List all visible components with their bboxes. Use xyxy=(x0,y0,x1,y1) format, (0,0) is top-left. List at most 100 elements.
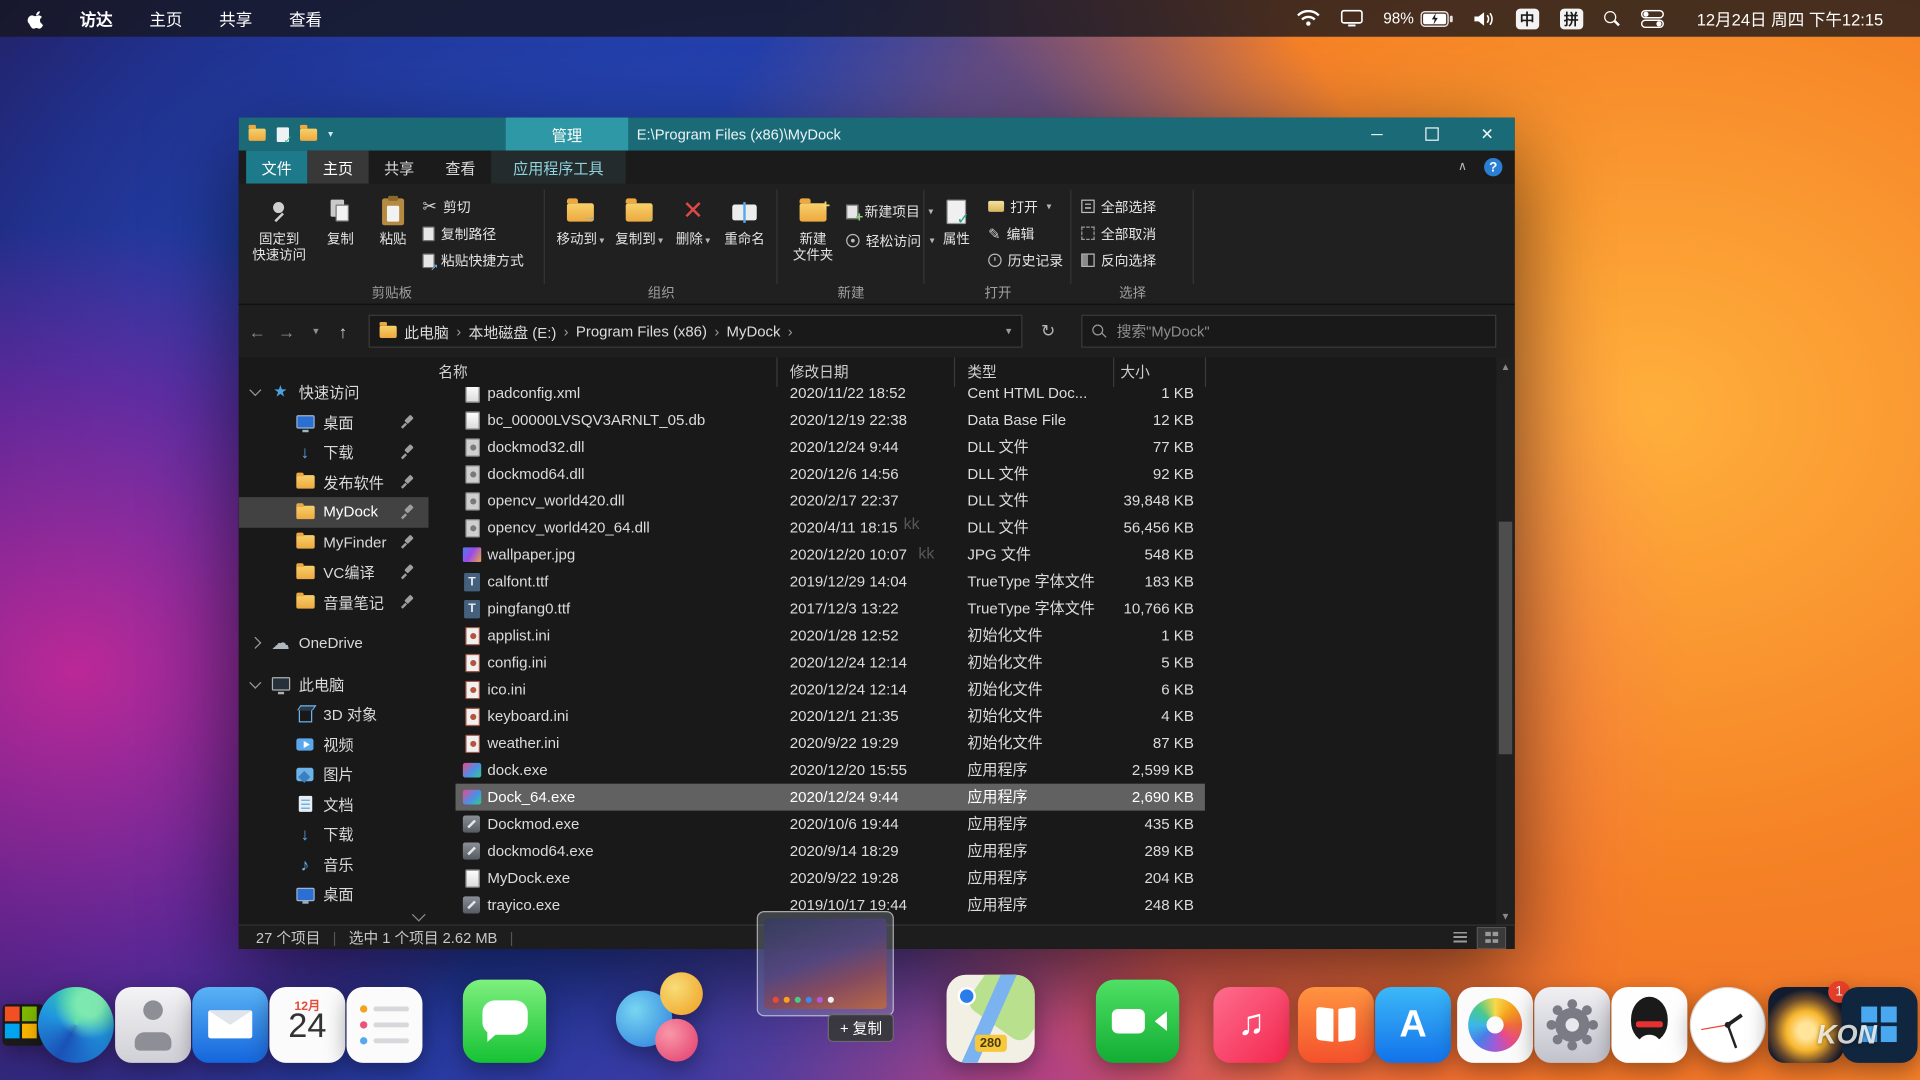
dock-photos-icon[interactable] xyxy=(1457,986,1534,1063)
file-row[interactable]: keyboard.ini 2020/12/1 21:35 初始化文件 4 KB xyxy=(429,703,1497,730)
refresh-icon[interactable]: ↻ xyxy=(1032,315,1064,348)
dock-books-icon[interactable] xyxy=(1297,986,1374,1063)
recent-locations-icon[interactable]: ▾ xyxy=(302,305,329,358)
menubar-clock[interactable]: 12月24日 周四 下午12:15 xyxy=(1697,6,1884,30)
sidebar-item[interactable]: 3D 对象 xyxy=(239,699,429,729)
dock-qq-icon[interactable] xyxy=(1611,986,1688,1063)
dock-clock-icon[interactable] xyxy=(1689,986,1766,1063)
dock-music-icon[interactable] xyxy=(1213,986,1290,1063)
scroll-up-icon[interactable]: ▲ xyxy=(1496,358,1514,375)
input-method-cn-badge[interactable]: 中 xyxy=(1515,7,1539,29)
tab-view[interactable]: 查看 xyxy=(430,151,491,184)
menubar-item[interactable]: 查看 xyxy=(289,6,322,30)
sidebar-item[interactable]: VC编译 xyxy=(239,557,429,587)
sidebar-item[interactable]: MyFinder xyxy=(239,527,429,557)
edit-button[interactable]: ✎ 编辑 xyxy=(988,220,1034,246)
qat-folder-icon[interactable] xyxy=(248,124,266,141)
sidebar-item[interactable]: 桌面 xyxy=(239,407,429,437)
column-header-date[interactable]: 修改日期 xyxy=(778,357,956,387)
sidebar-scroll-down-icon[interactable] xyxy=(411,907,426,922)
new-folder-button[interactable]: 新建文件夹 xyxy=(782,189,843,265)
chevron-right-icon[interactable] xyxy=(249,637,262,650)
file-row[interactable]: dock.exe 2020/12/20 15:55 应用程序 2,599 KB xyxy=(429,757,1497,784)
close-button[interactable]: ✕ xyxy=(1460,118,1515,151)
sidebar-quick-access[interactable]: 快速访问 xyxy=(239,377,429,407)
file-row[interactable]: dockmod64.dll 2020/12/6 14:56 DLL 文件 92 … xyxy=(429,460,1497,487)
easy-access-button[interactable]: 轻松访问 ▾ xyxy=(846,228,935,254)
sidebar-item[interactable]: 下载 xyxy=(239,437,429,467)
file-row[interactable]: Dock_64.exe 2020/12/24 9:44 应用程序 2,690 K… xyxy=(428,783,1497,811)
file-row[interactable]: dockmod64.exe 2020/9/14 18:29 应用程序 289 K… xyxy=(429,838,1497,865)
file-row[interactable]: opencv_world420_64.dll 2020/4/11 18:15 D… xyxy=(429,514,1497,541)
rename-button[interactable]: 重命名 xyxy=(716,189,772,249)
display-mirroring-icon[interactable] xyxy=(1340,9,1363,27)
breadcrumb-item[interactable]: 此电脑 xyxy=(404,320,449,342)
sidebar-this-pc[interactable]: 此电脑 xyxy=(239,669,429,699)
column-header-type[interactable]: 类型 xyxy=(955,357,1115,387)
chevron-down-icon[interactable] xyxy=(249,676,262,689)
dock-facetime-icon[interactable] xyxy=(1095,979,1180,1063)
sidebar-item[interactable]: 音乐 xyxy=(239,849,429,879)
address-dropdown-icon[interactable]: ▾ xyxy=(1006,324,1012,337)
file-row[interactable]: pingfang0.ttf 2017/12/3 13:22 TrueType 字… xyxy=(429,595,1497,622)
file-row[interactable]: padconfig.xml 2020/11/22 18:52 Cent HTML… xyxy=(429,386,1497,407)
history-button[interactable]: 历史记录 xyxy=(988,247,1063,273)
dock-calendar-icon[interactable]: 12月 24 xyxy=(269,986,346,1063)
maximize-button[interactable] xyxy=(1404,118,1459,151)
cut-button[interactable]: ✂ 剪切 xyxy=(422,193,470,219)
file-row[interactable]: Dockmod.exe 2020/10/6 19:44 应用程序 435 KB xyxy=(429,811,1497,838)
dock-contacts-icon[interactable] xyxy=(115,986,192,1063)
dock-mail-icon[interactable] xyxy=(192,986,269,1063)
dock-app-store-icon[interactable] xyxy=(1375,986,1452,1063)
file-row[interactable]: trayico.exe 2019/10/17 19:44 应用程序 248 KB xyxy=(429,891,1497,918)
dock-maps-icon[interactable]: 280 xyxy=(946,974,1035,1063)
open-button[interactable]: 打开 ▾ xyxy=(988,193,1051,219)
sidebar-item[interactable]: 发布软件 xyxy=(239,467,429,497)
apple-menu-icon[interactable] xyxy=(27,7,45,29)
menubar-item[interactable]: 访达 xyxy=(80,6,113,30)
qat-dropdown-icon[interactable]: ▾ xyxy=(328,129,333,140)
properties-button[interactable]: 属性 xyxy=(929,189,983,249)
details-view-button[interactable] xyxy=(1446,928,1473,948)
menubar-item[interactable]: 共享 xyxy=(219,6,252,30)
file-row[interactable]: bc_00000LVSQV3ARNLT_05.db 2020/12/19 22:… xyxy=(429,407,1497,434)
select-none-button[interactable]: 全部取消 xyxy=(1081,220,1156,246)
file-row[interactable]: calfont.ttf 2019/12/29 14:04 TrueType 字体… xyxy=(429,568,1497,595)
file-row[interactable]: ico.ini 2020/12/24 12:14 初始化文件 6 KB xyxy=(429,676,1497,703)
menubar-item[interactable]: 主页 xyxy=(149,6,182,30)
new-item-button[interactable]: 新建项目▾ xyxy=(846,198,933,225)
ribbon-collapse-icon[interactable]: ∧ xyxy=(1458,160,1467,173)
volume-icon[interactable] xyxy=(1473,10,1495,26)
select-all-button[interactable]: 全部选择 xyxy=(1081,193,1156,219)
paste-shortcut-button[interactable]: 粘贴快捷方式 xyxy=(422,247,524,273)
file-row[interactable]: weather.ini 2020/9/22 19:29 初始化文件 87 KB xyxy=(429,730,1497,757)
copy-to-button[interactable]: 复制到▾ xyxy=(611,189,667,249)
qat-new-folder-icon[interactable] xyxy=(299,124,318,141)
move-to-button[interactable]: 移动到▾ xyxy=(552,189,608,249)
breadcrumb-item[interactable]: Program Files (x86) xyxy=(576,323,707,340)
sidebar-item[interactable]: 音量笔记 xyxy=(239,587,429,617)
tab-file[interactable]: 文件 xyxy=(246,150,308,184)
thumbnails-view-button[interactable] xyxy=(1476,926,1507,949)
dock-settings-icon[interactable] xyxy=(1534,986,1611,1063)
back-button[interactable]: ← xyxy=(244,305,271,358)
search-box[interactable] xyxy=(1081,314,1497,348)
minimize-button[interactable]: ─ xyxy=(1349,118,1404,151)
breadcrumb-bar[interactable]: 此电脑 › 本地磁盘 (E:) › Program Files (x86) › xyxy=(368,314,1023,348)
sidebar-onedrive[interactable]: OneDrive xyxy=(239,628,429,658)
scroll-down-icon[interactable]: ▼ xyxy=(1496,907,1514,924)
chevron-down-icon[interactable] xyxy=(249,384,262,397)
tab-app-tools[interactable]: 应用程序工具 xyxy=(491,150,626,184)
file-row[interactable]: wallpaper.jpg 2020/12/20 10:07 JPG 文件 54… xyxy=(429,541,1497,568)
paste-button[interactable]: 粘贴 xyxy=(366,189,420,249)
qat-properties-icon[interactable] xyxy=(276,126,293,146)
control-center-icon[interactable] xyxy=(1640,9,1664,28)
tab-share[interactable]: 共享 xyxy=(369,151,430,184)
file-row[interactable]: applist.ini 2020/1/28 12:52 初始化文件 1 KB xyxy=(429,622,1497,649)
breadcrumb-item[interactable]: 本地磁盘 (E:) xyxy=(468,320,556,342)
input-method-pinyin-badge[interactable]: 拼 xyxy=(1559,7,1583,29)
sidebar-item[interactable]: 图片 xyxy=(239,759,429,789)
scrollbar-thumb[interactable] xyxy=(1498,521,1513,755)
file-row[interactable]: config.ini 2020/12/24 12:14 初始化文件 5 KB xyxy=(429,649,1497,676)
breadcrumb-item[interactable]: MyDock xyxy=(727,323,781,340)
